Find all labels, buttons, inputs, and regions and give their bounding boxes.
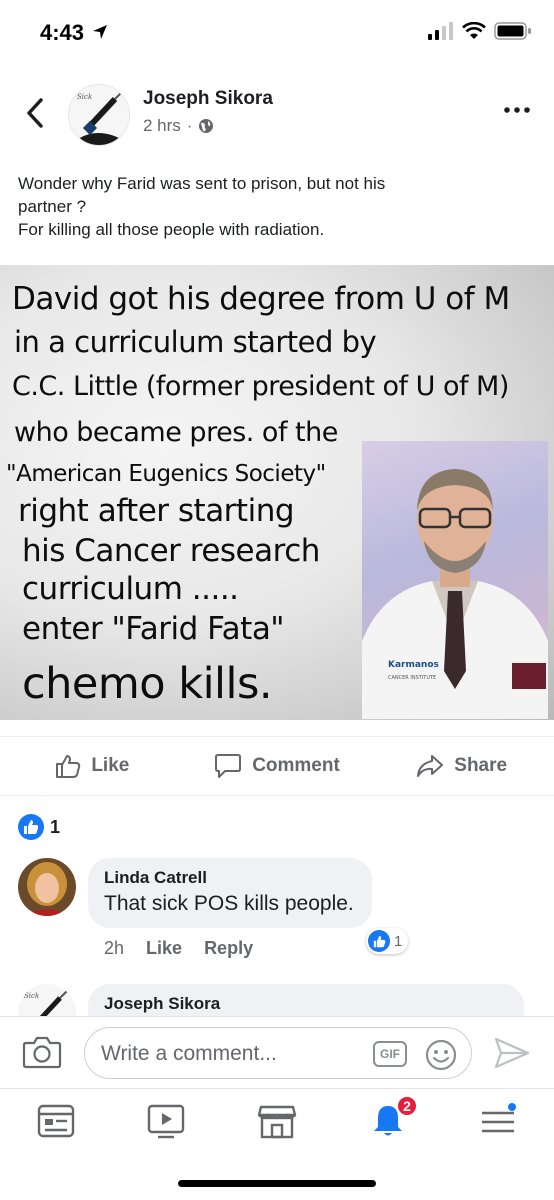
news-feed-icon[interactable] [36,1103,76,1139]
comment-text: That sick POS kills people. [104,892,354,915]
author-avatar[interactable]: Sick [68,84,130,146]
signal-icon [428,22,453,40]
comment-actions: 2h Like Reply [104,938,253,959]
notifications-tab[interactable]: 2 [368,1095,418,1139]
svg-text:Sick: Sick [24,992,39,1000]
svg-text:Sick: Sick [77,93,92,101]
image-text-line: curriculum ..... [22,571,239,607]
image-text-line: C.C. Little (former president of U of M) [12,371,509,402]
svg-text:CANCER INSTITUTE: CANCER INSTITUTE [388,675,436,681]
comment-label: Comment [252,755,340,776]
image-text-line: "American Eugenics Society" [6,461,326,487]
post-text-line: Wonder why Farid was sent to prison, but… [18,174,386,193]
post-meta: 2 hrs · [143,116,214,136]
more-icon[interactable] [502,100,532,120]
marketplace-icon[interactable] [257,1103,297,1139]
status-bar: 4:43 [0,0,554,64]
camera-icon[interactable] [22,1035,62,1069]
post-header: Sick Joseph Sikora 2 hrs · [0,74,554,154]
like-reaction-icon [18,814,44,840]
comment-bubble[interactable]: Joseph Sikora [88,984,524,1016]
notification-badge: 2 [396,1095,418,1117]
send-icon[interactable] [492,1033,532,1073]
comment-input-wrapper: GIF [84,1027,472,1079]
thumbs-up-icon [56,755,81,778]
comment-input[interactable] [101,1038,361,1070]
portrait-figure: Karmanos CANCER INSTITUTE [362,469,548,719]
commenter-avatar[interactable]: Sick [18,984,76,1016]
status-time: 4:43 [40,20,85,45]
image-text-line: his Cancer research [22,533,320,569]
gif-button[interactable]: GIF [373,1041,407,1067]
globe-icon [199,119,214,133]
post-text: Wonder why Farid was sent to prison, but… [18,172,538,241]
reaction-count: 1 [50,816,61,837]
battery-icon [494,22,531,40]
comment-reaction[interactable]: 1 [366,928,409,954]
image-text-line: chemo kills. [22,659,273,709]
like-label: Like [91,755,130,776]
location-arrow-icon [93,25,107,39]
image-text-line: who became pres. of the [14,417,338,448]
comment-item: Linda Catrell That sick POS kills people… [18,858,538,968]
svg-text:Karmanos: Karmanos [388,660,439,670]
comment-bubble[interactable]: Linda Catrell That sick POS kills people… [88,858,372,928]
image-text-line: right after starting [18,493,295,529]
comment-item: Sick Joseph Sikora [18,984,538,1016]
emoji-icon[interactable] [425,1039,457,1071]
share-label: Share [454,755,508,776]
comment-composer: GIF [0,1016,554,1088]
comment-icon [215,754,242,778]
reaction-summary[interactable]: 1 [18,814,60,840]
back-chevron-icon[interactable] [22,96,48,130]
like-reaction-icon [368,930,390,952]
comment-time: 2h [104,938,125,958]
meta-separator: · [186,116,193,135]
share-icon [417,755,444,777]
post-text-line: partner ? [18,197,87,216]
commenter-photo [18,858,76,916]
wifi-icon [462,22,486,39]
image-text-line: David got his degree from U of M [12,281,510,317]
menu-icon[interactable] [478,1103,518,1139]
post-time[interactable]: 2 hrs [143,116,181,136]
image-text-line: in a curriculum started by [14,325,377,359]
commenter-name[interactable]: Joseph Sikora [104,994,506,1014]
commenter-avatar[interactable] [18,858,76,916]
syringe-logo-image: Sick [18,984,76,1016]
commenter-name[interactable]: Linda Catrell [104,868,354,888]
comment-like-link[interactable]: Like [146,938,182,959]
like-button[interactable]: Like [0,753,185,779]
home-indicator[interactable] [178,1180,376,1187]
image-text-line: enter "Farid Fata" [22,611,285,647]
watch-icon[interactable] [146,1103,186,1139]
post-text-line: For killing all those people with radiat… [18,220,325,239]
comment-reaction-count: 1 [394,932,403,950]
syringe-logo-image: Sick [69,85,129,145]
comment-button[interactable]: Comment [185,753,370,779]
portrait-photo: Karmanos CANCER INSTITUTE [362,441,548,719]
post-image[interactable]: David got his degree from U of M in a cu… [0,265,554,720]
post-action-bar: Like Comment Share [0,736,554,796]
share-button[interactable]: Share [369,753,554,779]
status-indicators [428,22,532,40]
comment-reply-link[interactable]: Reply [204,938,253,959]
post-author-name[interactable]: Joseph Sikora [143,88,273,110]
